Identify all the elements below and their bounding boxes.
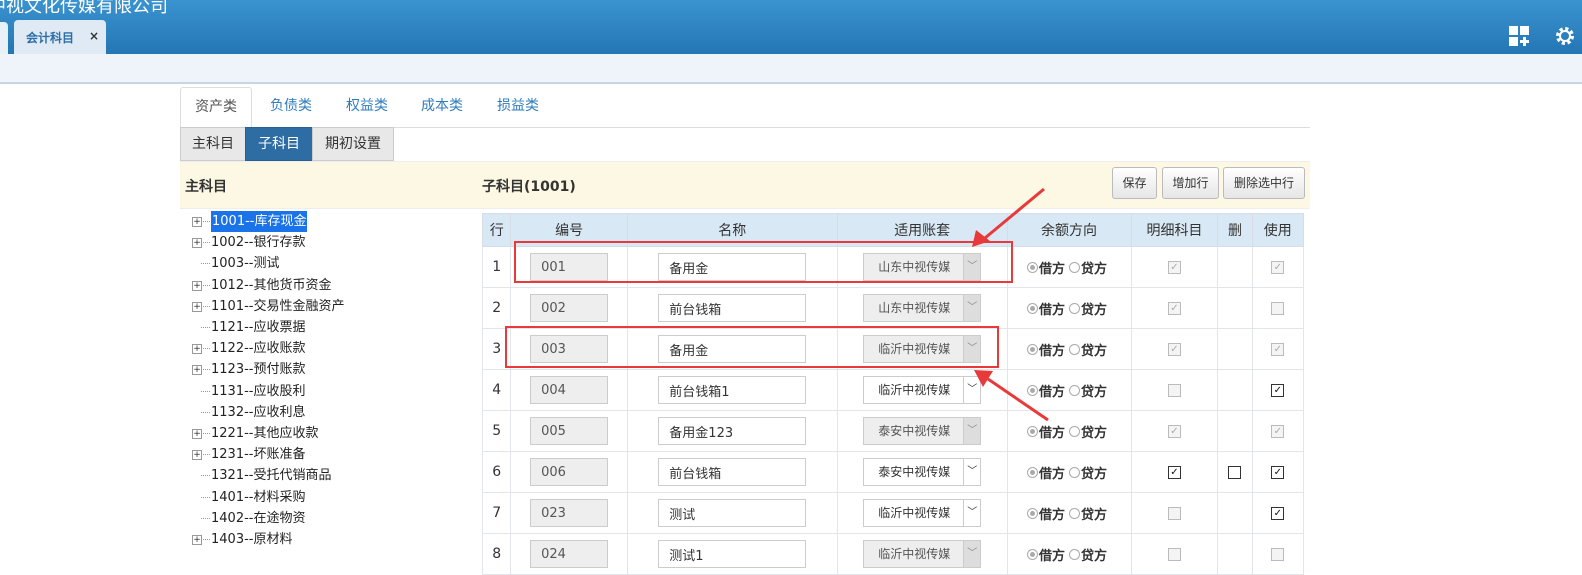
credit-label: 贷方: [1081, 548, 1108, 564]
book-select-value: 临沂中视传媒: [878, 547, 951, 561]
debit-label: 借方: [1039, 548, 1066, 564]
debit-radio[interactable]: [1027, 549, 1039, 560]
annotation-arrows: [972, 187, 1049, 422]
credit-radio[interactable]: [1069, 549, 1081, 560]
use-checkbox: [1271, 547, 1285, 561]
detail-checkbox: [1167, 547, 1181, 561]
